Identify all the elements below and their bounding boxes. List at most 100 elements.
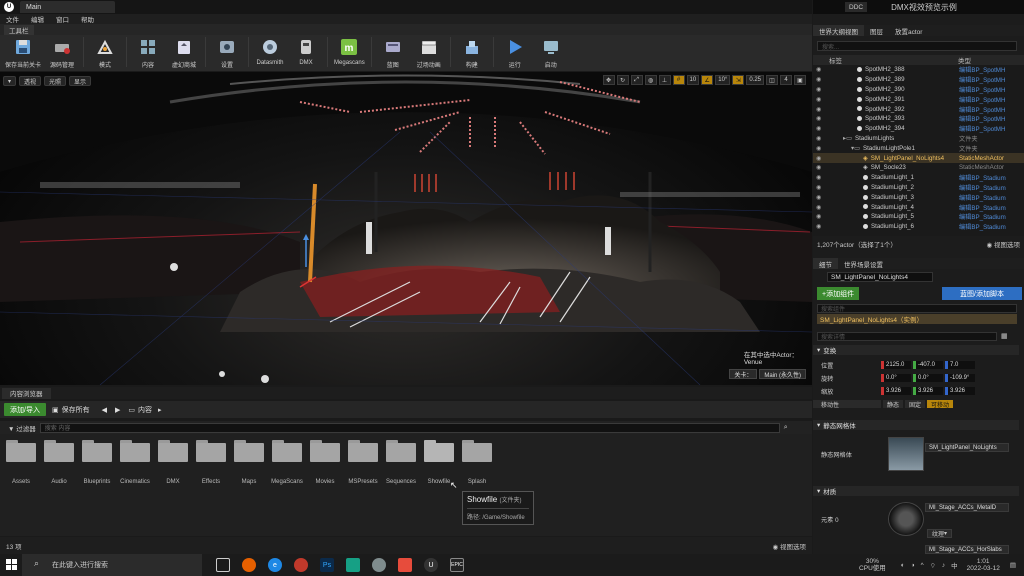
outliner-row-selected[interactable]: ◉ ◈ SM_LightPanel_NoLights4 StaticMeshActor	[813, 153, 1024, 163]
scale-z-field[interactable]: 3.926	[945, 387, 975, 395]
breadcrumb[interactable]: ▭ 内容 ▸	[122, 403, 167, 416]
surface-snap-icon[interactable]: ⊥	[658, 75, 671, 85]
add-component-button[interactable]: +添加组件	[817, 287, 860, 300]
eye-icon[interactable]: ◉	[816, 135, 824, 142]
app-red-icon[interactable]	[398, 558, 412, 572]
eye-icon[interactable]: ◉	[816, 184, 824, 191]
rotation-x-field[interactable]: 0.0°	[881, 374, 911, 382]
content-search-input[interactable]: 搜索 内容	[39, 422, 780, 433]
folder-item[interactable]: Blueprints	[79, 440, 115, 485]
level-viewport[interactable]: ▾ 透视 光照 显示 ✥ ↻ ⤢ ◍ ⊥ # 10 ∠ 10° ⇲ 0.25 ◫…	[0, 72, 812, 385]
folder-item[interactable]: Cinematics	[117, 440, 153, 485]
eye-icon[interactable]: ◉	[816, 145, 824, 152]
outliner-search-input[interactable]: 搜索...	[817, 41, 1017, 51]
tray-network-icon[interactable]: ◐	[901, 562, 905, 569]
outliner-row[interactable]: ◉ SpotMH2_389 编辑BP_SpotMH	[813, 75, 1024, 85]
save-all-button[interactable]: ▣ 保存所有	[46, 403, 96, 416]
source-control-button[interactable]: 源码管理	[47, 37, 77, 69]
eye-icon[interactable]: ◉	[816, 86, 824, 93]
row-type[interactable]: 编辑BP_SpotMH	[959, 95, 1023, 104]
scale-label[interactable]: 缩放	[813, 387, 881, 396]
megascans-button[interactable]: m Megascans	[334, 37, 365, 66]
folder-item[interactable]: MegaScans	[269, 440, 305, 485]
menu-edit[interactable]: 编辑	[25, 14, 50, 24]
app-icon[interactable]	[294, 558, 308, 572]
outliner-row[interactable]: ◉ SpotMH2_391 编辑BP_SpotMH	[813, 94, 1024, 104]
content-button[interactable]: 内容	[133, 37, 163, 69]
location-x-field[interactable]: 2125.0	[881, 361, 911, 369]
folder-item[interactable]: Sequences	[383, 440, 419, 485]
outliner-row[interactable]: ◉ SpotMH2_392 编辑BP_SpotMH	[813, 104, 1024, 114]
row-type[interactable]: 编辑BP_Stadium	[959, 212, 1023, 221]
outliner-row[interactable]: ◉ StadiumLight_6 编辑BP_Stadium	[813, 222, 1024, 232]
rotation-snap-icon[interactable]: ∠	[701, 75, 714, 85]
mobility-static-button[interactable]: 静态	[883, 400, 904, 409]
folder-item[interactable]: Assets	[3, 440, 39, 485]
eye-icon[interactable]: ◉	[816, 115, 824, 122]
level-name-chip[interactable]: Main (永久性)	[759, 369, 806, 379]
row-type[interactable]: 编辑BP_Stadium	[959, 193, 1023, 202]
view-options-button[interactable]: ◉ 视图选项	[773, 541, 806, 551]
tray-chevron-icon[interactable]: ^	[921, 562, 924, 569]
row-type[interactable]: 编辑BP_SpotMH	[959, 124, 1023, 133]
grid-snap-icon[interactable]: #	[672, 75, 685, 85]
camera-speed-value[interactable]: 4	[780, 75, 792, 85]
modes-button[interactable]: 模式	[90, 37, 120, 69]
outliner-row[interactable]: ◉ SpotMH2_390 编辑BP_SpotMH	[813, 85, 1024, 95]
firefox-icon[interactable]	[242, 558, 256, 572]
show-button[interactable]: 显示	[69, 76, 92, 86]
outliner-folder-row[interactable]: ◉ ▾▭ StadiumLightPole1 文件夹	[813, 143, 1024, 153]
cinematics-button[interactable]: 过场动画	[414, 37, 444, 69]
outliner-row[interactable]: ◉ SpotMH2_388 编辑BP_SpotMH	[813, 65, 1024, 75]
unreal-taskbar-icon[interactable]: U	[424, 558, 438, 572]
outliner-view-options[interactable]: ◉ 视图选项	[987, 239, 1020, 249]
task-view-icon[interactable]	[216, 558, 230, 572]
section-materials[interactable]: ▾ 材质	[813, 486, 1019, 496]
player-icon[interactable]	[346, 558, 360, 572]
folder-item[interactable]: Audio	[41, 440, 77, 485]
row-type[interactable]: 编辑BP_Stadium	[959, 173, 1023, 182]
col-type[interactable]: 类型	[958, 55, 971, 65]
move-tool-icon[interactable]: ✥	[602, 75, 615, 85]
world-space-icon[interactable]: ◍	[644, 75, 657, 85]
eye-icon[interactable]: ◉	[816, 194, 824, 201]
edge-icon[interactable]: e	[268, 558, 282, 572]
tab-world-outliner[interactable]: 世界大纲视图	[813, 25, 864, 36]
row-type[interactable]: 编辑BP_Stadium	[959, 183, 1023, 192]
row-type[interactable]: 编辑BP_SpotMH	[959, 105, 1023, 114]
datasmith-button[interactable]: Datasmith	[255, 37, 285, 66]
component-item-selected[interactable]: SM_LightPanel_NoLights4（实例）	[817, 314, 1017, 324]
rotation-z-field[interactable]: -109.9°	[945, 374, 975, 382]
notification-icon[interactable]: ▤	[1010, 561, 1016, 569]
outliner-row[interactable]: ◉ StadiumLight_2 编辑BP_Stadium	[813, 183, 1024, 193]
tab-world-settings[interactable]: 世界场景设置	[838, 258, 889, 269]
clock[interactable]: 1:01 2022-03-12	[967, 558, 1000, 572]
grid-view-icon[interactable]: ▦	[1001, 332, 1008, 340]
settings-button[interactable]: 设置	[212, 37, 242, 69]
row-type[interactable]: 编辑BP_Stadium	[959, 203, 1023, 212]
windows-start-icon[interactable]	[6, 559, 17, 570]
camera-speed-icon[interactable]: ◫	[766, 75, 778, 85]
mesh-thumbnail[interactable]	[888, 437, 924, 471]
eye-icon[interactable]: ◉	[816, 174, 824, 181]
section-static-mesh[interactable]: ▾ 静态网格体	[813, 420, 1019, 430]
tray-volume-icon[interactable]: ◑	[911, 562, 915, 569]
location-label[interactable]: 位置	[813, 361, 881, 370]
lit-button[interactable]: 光照	[44, 76, 67, 86]
play-button[interactable]: 运行	[500, 37, 530, 69]
tray-ime-icon[interactable]: 中	[951, 560, 958, 570]
folder-item[interactable]: MSPresets	[345, 440, 381, 485]
eye-icon[interactable]: ◉	[816, 155, 824, 162]
viewport-menu-button[interactable]: ▾	[3, 76, 17, 86]
rotation-snap-value[interactable]: 10°	[715, 75, 731, 85]
outliner-row[interactable]: ◉ SpotMH2_394 编辑BP_SpotMH	[813, 124, 1024, 134]
outliner-row[interactable]: ◉ StadiumLight_1 编辑BP_Stadium	[813, 173, 1024, 183]
row-type[interactable]: 编辑BP_SpotMH	[959, 85, 1023, 94]
mesh-asset-picker[interactable]: SM_LightPanel_NoLights	[925, 443, 1009, 452]
texture-dropdown[interactable]: 纹理 ▾	[927, 529, 953, 538]
tray-sound-icon[interactable]: ♪	[942, 562, 945, 569]
eye-icon[interactable]: ◉	[816, 66, 824, 73]
eye-icon[interactable]: ◉	[816, 204, 824, 211]
outliner-row[interactable]: ◉ SpotMH2_393 编辑BP_SpotMH	[813, 114, 1024, 124]
tab-place-actors[interactable]: 放置actor	[889, 25, 928, 36]
